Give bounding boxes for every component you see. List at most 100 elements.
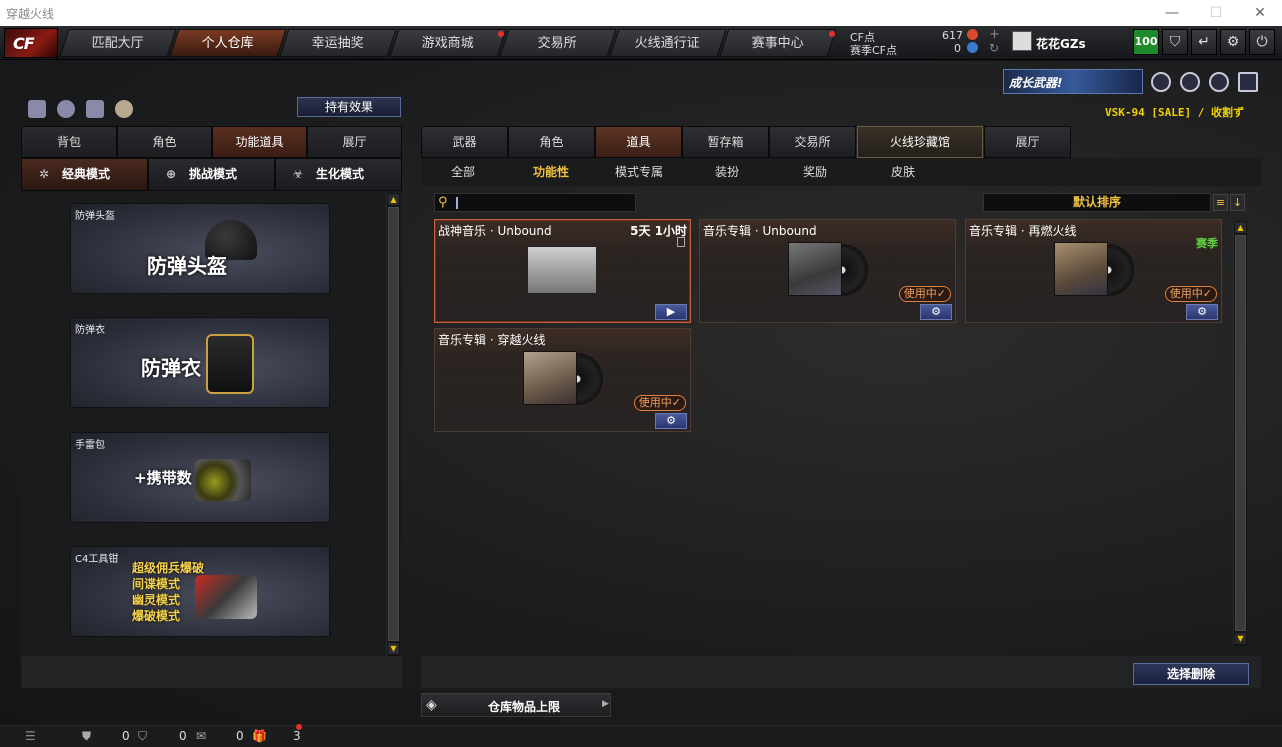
sort-dropdown[interactable]: 默认排序 bbox=[983, 193, 1211, 212]
play-button[interactable]: ▶ bbox=[655, 304, 687, 320]
cf-logo[interactable]: CF bbox=[4, 28, 58, 58]
w-icon[interactable] bbox=[1238, 72, 1258, 92]
menu-list-icon[interactable]: ☰ bbox=[25, 729, 36, 743]
nav-tab-match-hall[interactable]: 匹配大厅 bbox=[59, 29, 177, 57]
grenade-image bbox=[195, 459, 251, 501]
shield-status-icon[interactable]: ⛉ bbox=[138, 729, 147, 744]
person-icon[interactable] bbox=[86, 100, 104, 118]
subtab-all[interactable]: 全部 bbox=[423, 158, 503, 186]
subtab-functional[interactable]: 功能性 bbox=[511, 158, 591, 186]
minimize-icon[interactable]: — bbox=[1150, 0, 1194, 26]
card-caption: 防弹衣 bbox=[75, 325, 105, 336]
scroll-thumb[interactable] bbox=[1235, 235, 1246, 631]
close-icon[interactable]: ✕ bbox=[1238, 0, 1282, 26]
card-helmet[interactable]: 防弹头盔 防弹头盔 bbox=[70, 203, 330, 294]
gift-icon[interactable]: 🎁 bbox=[252, 729, 267, 743]
level-badge[interactable]: 100 bbox=[1133, 29, 1159, 55]
back-icon[interactable]: ↵ bbox=[1191, 29, 1217, 55]
mode-label: 生化模式 bbox=[316, 167, 365, 181]
settings-button[interactable]: ⚙ bbox=[1186, 304, 1218, 320]
banner-text: 成长武器! bbox=[1009, 76, 1063, 90]
add-cf-icon[interactable]: + bbox=[989, 27, 1000, 42]
gear-icon[interactable]: ⚙ bbox=[1220, 29, 1246, 55]
nav-tab-warehouse[interactable]: 个人仓库 bbox=[169, 29, 287, 57]
tab-characters[interactable]: 角色 bbox=[508, 126, 595, 158]
mode-zombie[interactable]: ☣ 生化模式 bbox=[275, 158, 402, 191]
stats-icon[interactable] bbox=[28, 100, 46, 118]
scroll-up-icon[interactable]: ▲ bbox=[388, 194, 399, 205]
arrow-right-icon: ▶ bbox=[602, 699, 609, 709]
nav-tab-lottery[interactable]: 幸运抽奖 bbox=[279, 29, 397, 57]
chat-icon[interactable]: ✉ bbox=[196, 729, 206, 743]
tab-functional-items[interactable]: 功能道具 bbox=[212, 126, 307, 158]
subtab-rewards[interactable]: 奖励 bbox=[775, 158, 855, 186]
card-caption: 手雷包 bbox=[75, 440, 105, 451]
tab-showroom[interactable]: 展厅 bbox=[307, 126, 402, 158]
tab-exchange[interactable]: 交易所 bbox=[769, 126, 856, 158]
item-card[interactable]: 音乐专辑 · 再燃火线 赛季 使用中✓ ⚙ bbox=[965, 219, 1222, 323]
tab-character[interactable]: 角色 bbox=[117, 126, 212, 158]
nav-tab-shop[interactable]: 游戏商城 bbox=[389, 29, 507, 57]
scroll-down-icon[interactable]: ▼ bbox=[1235, 633, 1246, 644]
window-title: 穿越火线 bbox=[6, 7, 55, 21]
select-delete-button[interactable]: 选择删除 bbox=[1133, 663, 1249, 685]
sort-direction-icon[interactable]: ↓ bbox=[1230, 194, 1245, 211]
circle-icon-1[interactable] bbox=[1151, 72, 1171, 92]
tab-props[interactable]: 道具 bbox=[595, 126, 682, 158]
effect-button[interactable]: 持有效果 bbox=[297, 97, 401, 117]
subtab-outfit[interactable]: 装扮 bbox=[687, 158, 767, 186]
maximize-icon[interactable]: ☐ bbox=[1194, 0, 1238, 26]
scroll-thumb[interactable] bbox=[388, 207, 399, 641]
power-icon[interactable]: ⏻ bbox=[1249, 29, 1275, 55]
refresh-circle-icon[interactable] bbox=[57, 100, 75, 118]
item-card[interactable]: 音乐专辑 · Unbound 使用中✓ ⚙ bbox=[699, 219, 956, 323]
weapon-banner[interactable]: 成长武器! bbox=[1003, 69, 1143, 94]
promo-ticker[interactable]: VSK-94 [SALE] / 收割ず bbox=[1105, 104, 1244, 120]
tab-weapons[interactable]: 武器 bbox=[421, 126, 508, 158]
warehouse-limit-button[interactable]: ◈ 仓库物品上限 ▶ bbox=[421, 693, 611, 717]
team-icon[interactable]: ⛊ bbox=[82, 729, 91, 744]
settings-button[interactable]: ⚙ bbox=[655, 413, 687, 429]
nav-tab-label: 游戏商城 bbox=[421, 36, 474, 51]
card-vest[interactable]: 防弹衣 防弹衣 bbox=[70, 317, 330, 408]
album-cover-image bbox=[1054, 242, 1108, 296]
season-cf-value: 0 bbox=[954, 42, 961, 55]
refresh-icon[interactable]: ↻ bbox=[989, 41, 999, 55]
gift-count: 3 bbox=[293, 729, 301, 743]
list-view-icon[interactable]: ≡ bbox=[1213, 194, 1228, 211]
nav-tab-label: 幸运抽奖 bbox=[311, 36, 364, 51]
tab-backpack[interactable]: 背包 bbox=[21, 126, 117, 158]
card-grenade[interactable]: 手雷包 +携带数 bbox=[70, 432, 330, 523]
nav-tab-exchange[interactable]: 交易所 bbox=[499, 29, 617, 57]
tab-museum[interactable]: 火线珍藏馆 bbox=[857, 126, 983, 158]
subtab-skins[interactable]: 皮肤 bbox=[863, 158, 943, 186]
nav-tab-label: 个人仓库 bbox=[201, 36, 254, 51]
scroll-up-icon[interactable]: ▲ bbox=[1235, 222, 1246, 233]
shield-icon[interactable]: ⛉ bbox=[1162, 29, 1188, 55]
subtab-mode-exclusive[interactable]: 模式专属 bbox=[599, 158, 679, 186]
nav-tab-pass[interactable]: 火线通行证 bbox=[609, 29, 727, 57]
item-card[interactable]: 音乐专辑 · 穿越火线 使用中✓ ⚙ bbox=[434, 328, 691, 432]
cf-points-value: 617 bbox=[942, 29, 963, 42]
trash-icon[interactable] bbox=[677, 237, 685, 247]
mode-challenge[interactable]: ⊕ 挑战模式 bbox=[148, 158, 275, 191]
nav-tab-events[interactable]: 赛事中心 bbox=[719, 29, 837, 57]
left-tabs: 背包 角色 功能道具 展厅 bbox=[21, 126, 402, 158]
card-c4-pliers[interactable]: C4工具钳 超级佣兵爆破 间谍模式 幽灵模式 爆破模式 bbox=[70, 546, 330, 637]
bag-icon[interactable] bbox=[115, 100, 133, 118]
right-scrollbar[interactable]: ▲ ▼ bbox=[1233, 221, 1247, 646]
tab-showroom[interactable]: 展厅 bbox=[984, 126, 1071, 158]
search-input[interactable]: ⚲ bbox=[434, 193, 636, 212]
season-coin-icon bbox=[967, 42, 978, 53]
scroll-down-icon[interactable]: ▼ bbox=[388, 643, 399, 654]
mode-classic[interactable]: ✲ 经典模式 bbox=[21, 158, 148, 191]
circle-icon-3[interactable] bbox=[1209, 72, 1229, 92]
mode-line: 超级佣兵爆破 bbox=[132, 561, 205, 575]
card-caption: 防弹头盔 bbox=[75, 211, 115, 222]
circle-icon-2[interactable] bbox=[1180, 72, 1200, 92]
username[interactable]: 花花GZs bbox=[1036, 35, 1086, 52]
tab-storage-box[interactable]: 暂存箱 bbox=[682, 126, 769, 158]
left-scrollbar[interactable]: ▲ ▼ bbox=[386, 193, 400, 656]
settings-button[interactable]: ⚙ bbox=[920, 304, 952, 320]
item-card[interactable]: 战神音乐 · Unbound 5天 1小时 ▶ bbox=[434, 219, 691, 323]
